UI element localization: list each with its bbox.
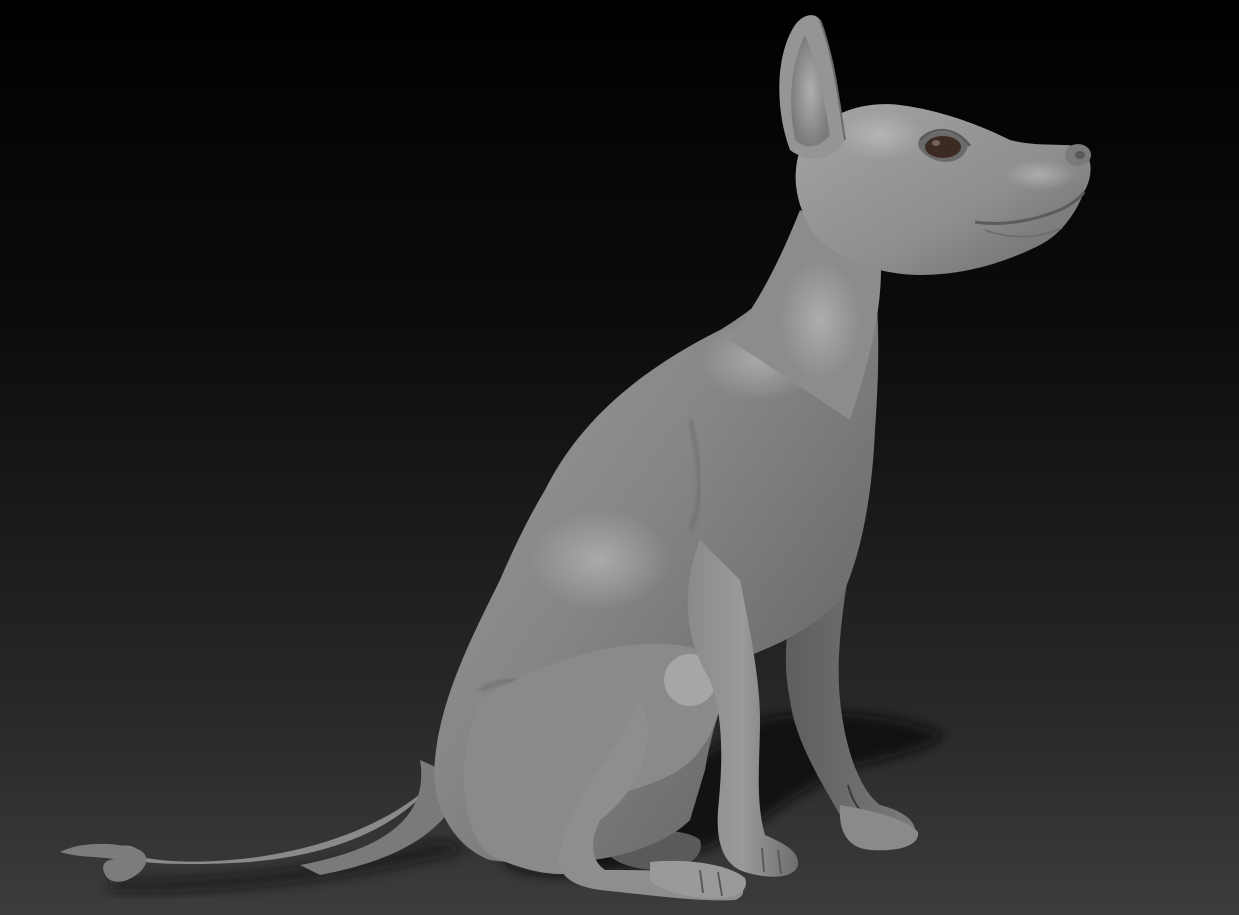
eye xyxy=(925,136,961,158)
dog-render xyxy=(0,0,1239,915)
back-highlight xyxy=(530,510,670,610)
render-viewport[interactable] xyxy=(0,0,1239,915)
muzzle-highlight xyxy=(1005,160,1075,190)
nostril xyxy=(1075,151,1085,159)
eye-shine xyxy=(932,140,940,146)
forehead-highlight xyxy=(835,110,925,160)
neck-highlight xyxy=(780,260,860,380)
